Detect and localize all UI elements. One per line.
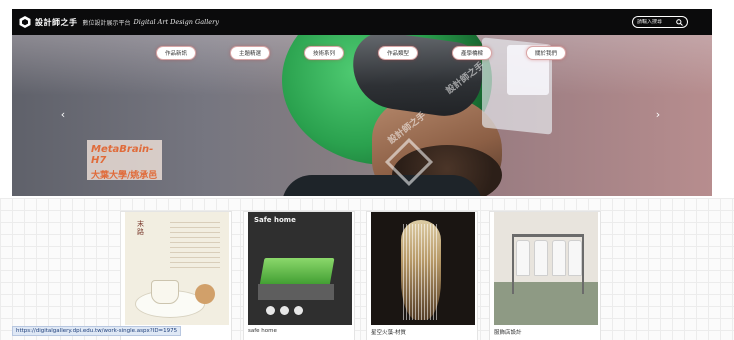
category-button-news[interactable]: 作品新訊 — [156, 46, 196, 60]
feature-icon — [280, 306, 289, 315]
card-thumbnail-rack-post — [582, 234, 584, 294]
hero-caption: MetaBrain-H7 大葉大學/姚承邑 — [87, 140, 162, 181]
category-button-types[interactable]: 作品類型 — [378, 46, 418, 60]
chevron-right-icon: › — [655, 107, 661, 121]
status-bar-url: https://digitalgallery.dpi.edu.tw/work-s… — [12, 326, 182, 336]
site-name[interactable]: 設計師之手 — [35, 17, 78, 28]
carousel-next-button[interactable]: › — [652, 107, 664, 121]
category-button-tech[interactable]: 技術系列 — [304, 46, 344, 60]
top-nav-bar: 設計師之手 數位設計展示平台 Digital Art Design Galler… — [12, 9, 712, 35]
carousel-prev-button[interactable]: ‹ — [57, 107, 69, 121]
category-button-themes[interactable]: 主題精選 — [230, 46, 270, 60]
hero-collar-graphic — [282, 175, 482, 196]
card-thumbnail[interactable]: Safe home — [248, 212, 352, 325]
search-input[interactable] — [637, 19, 675, 25]
search-icon[interactable] — [675, 18, 683, 26]
category-button-industry[interactable]: 產學橋樑 — [452, 46, 492, 60]
card-thumbnail-bread — [195, 284, 215, 304]
card-thumbnail-text-block — [170, 222, 220, 272]
card-thumbnail-rack — [512, 234, 584, 237]
card-thumbnail[interactable]: 末路 — [125, 212, 229, 325]
card-thumbnail-heading: 末路 — [137, 220, 144, 236]
card-title[interactable]: 星空火藻-材質 — [371, 328, 406, 336]
category-button-about[interactable]: 關於我們 — [526, 46, 566, 60]
card-title[interactable]: 服飾店設計 — [494, 328, 522, 336]
site-subtitle: 數位設計展示平台 — [82, 19, 131, 27]
card-thumbnail-shirt — [552, 240, 566, 276]
card-thumbnail-rack-post — [512, 234, 514, 294]
card-thumbnail[interactable] — [494, 212, 598, 325]
card-thumbnail-shirt — [516, 240, 530, 276]
hero-caption-title: MetaBrain-H7 — [91, 144, 154, 166]
feature-icon — [266, 306, 275, 315]
card-thumbnail-base — [258, 284, 334, 300]
gallery-card[interactable]: 末路 — [120, 211, 232, 340]
feature-icon — [294, 306, 303, 315]
card-thumbnail[interactable] — [371, 212, 475, 325]
card-thumbnail-strands — [403, 224, 439, 320]
card-thumbnail-heading: Safe home — [254, 216, 296, 224]
hero-caption-subtitle: 大葉大學/姚承邑 — [91, 171, 158, 181]
gallery-card[interactable]: 星空火藻-材質 — [366, 211, 478, 340]
card-thumbnail-shirt — [534, 240, 548, 276]
card-thumbnail-cup — [151, 280, 179, 304]
site-subtitle-english: Digital Art Design Gallery — [133, 18, 219, 26]
card-thumbnail-product — [259, 258, 335, 286]
card-thumbnail-shirt — [568, 240, 582, 276]
site-logo-icon[interactable] — [18, 16, 31, 29]
chevron-left-icon: ‹ — [60, 107, 66, 121]
card-title[interactable]: safe home — [248, 328, 277, 334]
hero-carousel[interactable]: 設計師之手 設計師之手 作品新訊 主題精選 技術系列 作品類型 產學橋樑 關於我… — [12, 35, 712, 196]
gallery-card[interactable]: Safe home safe home — [243, 211, 355, 340]
gallery-card[interactable]: 服飾店設計 — [489, 211, 601, 340]
search-box[interactable] — [632, 16, 688, 28]
